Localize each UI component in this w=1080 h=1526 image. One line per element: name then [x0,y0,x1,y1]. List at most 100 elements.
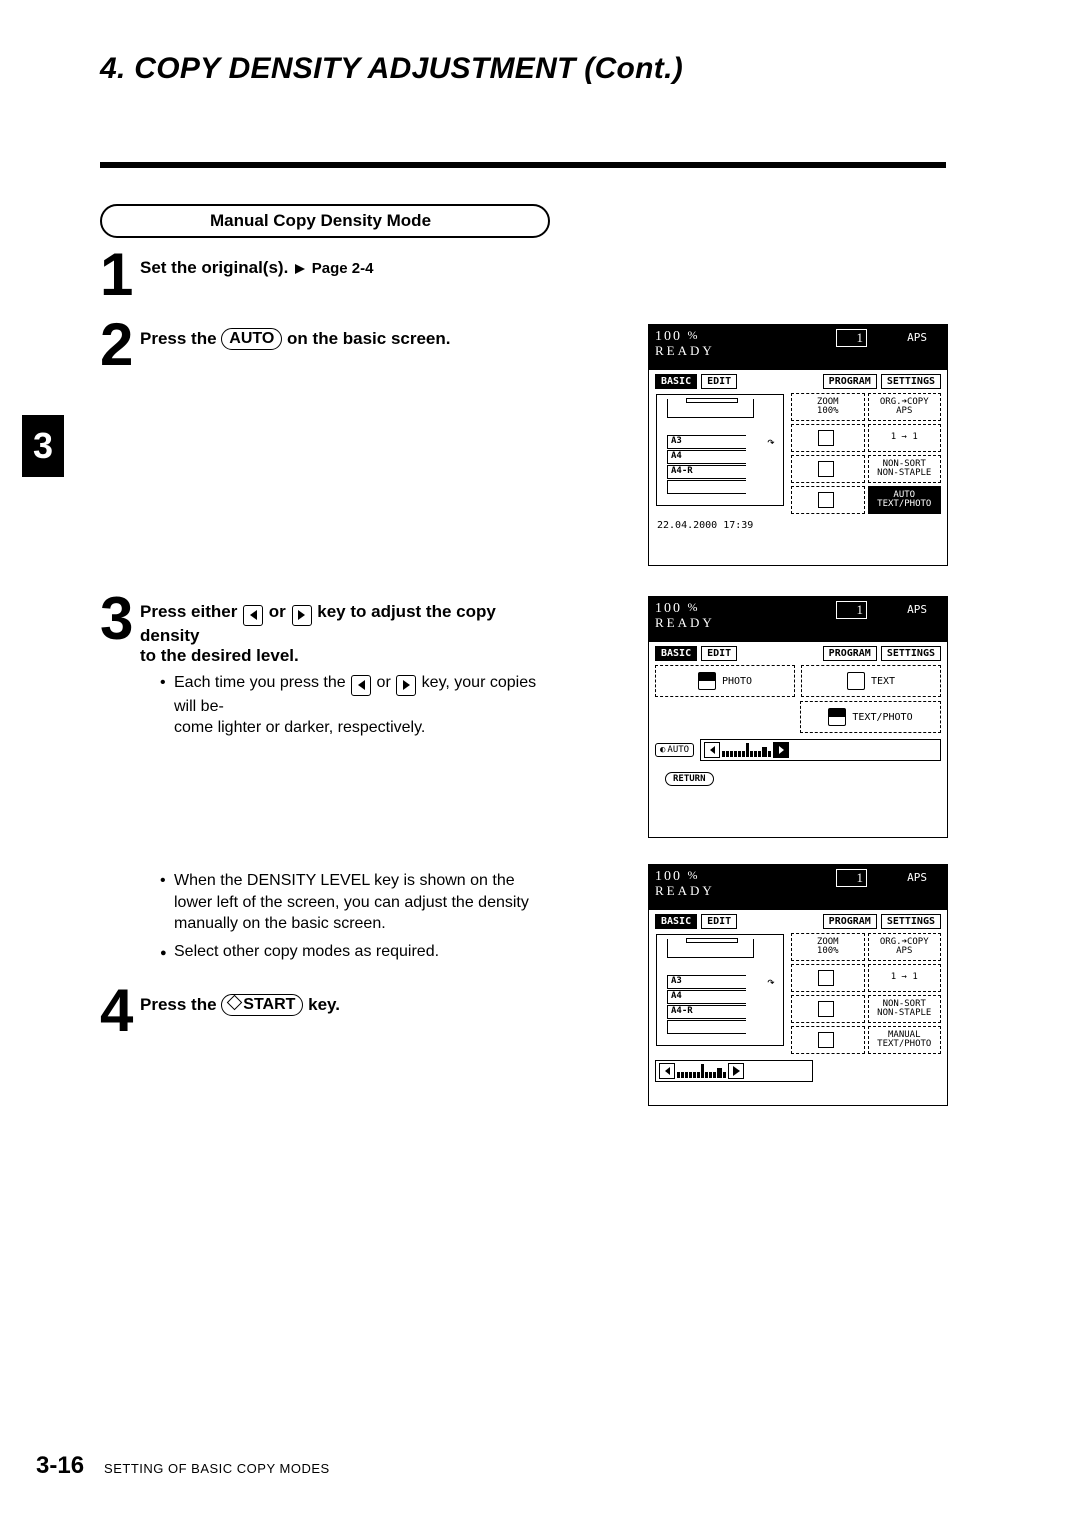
lcd3-finish-btn[interactable] [791,995,865,1023]
lcd3-density-darker-btn[interactable] [728,1063,744,1079]
footer-section: SETTING OF BASIC COPY MODES [104,1461,330,1476]
step-3-body: Press either or key to adjust the copy d… [140,602,560,666]
lcd3-density-bar [655,1060,813,1082]
density-dial-icon [818,492,834,508]
lcd3-density-lighter-btn[interactable] [659,1063,675,1079]
textphoto-icon [828,708,846,726]
step-2-pre: Press the [140,329,221,348]
density-right-key-icon-2 [396,675,416,696]
lcd2-tab-basic[interactable]: BASIC [655,646,697,661]
lcd3-sort-btn[interactable]: NON-SORT NON-STAPLE [868,995,942,1023]
step-3: 3 Press either or key to adjust the copy… [100,602,560,666]
lcd1-dens-icon-btn[interactable] [791,486,865,514]
lcd1-tray-a4r[interactable]: A4-R [667,465,746,479]
lcd3-tab-settings[interactable]: SETTINGS [881,914,941,929]
lcd3-zoom-btn[interactable]: ZOOM 100% [791,933,865,961]
density-darker-btn[interactable] [773,742,789,758]
lcd-screen-3: 100 % READY 1 APS BASIC EDIT PROGRAM SET… [648,864,948,1106]
lcd3-right-col: ZOOM 100% ORG.➜COPY APS 1 → 1 NON-SORT N… [791,933,941,1054]
finish-icon-3 [818,1001,834,1017]
step-2: 2 Press the AUTO on the basic screen. [100,328,451,350]
lcd1-density-btn[interactable]: AUTO TEXT/PHOTO [868,486,942,514]
step-3-bullets: • Each time you press the or key, your c… [100,672,540,745]
lcd2-auto-chip[interactable]: ◐ AUTO [655,743,694,757]
density-left-key-icon [243,605,263,626]
lcd2-text-btn[interactable]: TEXT [801,665,941,697]
s4-post: key. [308,995,340,1014]
step-3-line2: to the desired level. [140,646,560,666]
lcd1-tab-program[interactable]: PROGRAM [823,374,877,389]
lcd2-return-btn[interactable]: RETURN [665,772,714,786]
lcd3-dup-mode[interactable]: 1 → 1 [868,964,942,992]
lcd3-tab-edit[interactable]: EDIT [701,914,737,929]
lcd3-ready: READY [655,883,941,899]
lcd2-tab-settings[interactable]: SETTINGS [881,646,941,661]
lcd1-sort-btn[interactable]: NON-SORT NON-STAPLE [868,455,942,483]
lcd1-aps: APS [907,331,927,344]
density-ticks [722,743,771,757]
lcd1-ready: READY [655,343,941,359]
lcd1-main: A3 A4 A4-R ↷ ZOOM 100% ORG.➜COPY APS 1 →… [649,391,947,520]
lcd1-dup-mode[interactable]: 1 → 1 [868,424,942,452]
lcd2-mode-row2: TEXT/PHOTO [649,699,947,735]
step-2-body: Press the AUTO on the basic screen. [140,328,451,350]
page-title: 4. COPY DENSITY ADJUSTMENT (Cont.) [100,52,683,86]
step-2-num: 2 [100,318,133,372]
step-1-num: 1 [100,248,133,302]
lcd3-qty: 1 [836,869,867,887]
step-1-page-ref: Page 2-4 [312,260,374,277]
step-4-body: Press the START key. [140,994,340,1016]
lcd1-duplex-btn[interactable] [791,424,865,452]
step-3-bullet-2: • When the DENSITY LEVEL key is shown on… [160,870,540,962]
lcd1-tab-settings[interactable]: SETTINGS [881,374,941,389]
footer: 3-16 SETTING OF BASIC COPY MODES [36,1452,330,1480]
lcd1-tray-a4[interactable]: A4 [667,450,746,464]
lcd1-tray-diagram: A3 A4 A4-R ↷ [656,394,784,506]
step-3-bullet-1: • Each time you press the or key, your c… [160,672,540,739]
lcd1-qty: 1 [836,329,867,347]
lcd3-org-btn[interactable]: ORG.➜COPY APS [868,933,942,961]
lcd1-org-btn[interactable]: ORG.➜COPY APS [868,393,942,421]
step-1-text: Set the original(s). [140,258,288,277]
lcd1-tray-a3[interactable]: A3 [667,435,746,449]
lcd3-zoom: 100 [655,869,682,884]
lcd1-tab-edit[interactable]: EDIT [701,374,737,389]
lcd2-photo-btn[interactable]: PHOTO [655,665,795,697]
step-4-num: 4 [100,984,133,1038]
lcd-screen-1: 100 % READY 1 APS BASIC EDIT PROGRAM SET… [648,324,948,566]
lcd2-qty: 1 [836,601,867,619]
lcd3-dens-icon-btn[interactable] [791,1026,865,1054]
lcd3-tray-a4[interactable]: A4 [667,990,746,1004]
text-icon [847,672,865,690]
lcd3-duplex-btn[interactable] [791,964,865,992]
lcd2-tab-program[interactable]: PROGRAM [823,646,877,661]
lcd3-tab-program[interactable]: PROGRAM [823,914,877,929]
lcd2-mode-row1: PHOTO TEXT [649,663,947,699]
lcd1-right-col: ZOOM 100% ORG.➜COPY APS 1 → 1 NON-SORT N… [791,393,941,514]
lcd3-tray-area: A3 A4 A4-R ↷ [655,933,785,1054]
step-1: 1 Set the original(s). Page 2-4 [100,258,373,278]
lcd3-density-btn[interactable]: MANUAL TEXT/PHOTO [868,1026,942,1054]
lcd1-tab-basic[interactable]: BASIC [655,374,697,389]
auto-dial-icon: ◐ [660,745,665,755]
step-3-bullets-2: • When the DENSITY LEVEL key is shown on… [100,870,540,968]
lcd2-zoom: 100 [655,601,682,616]
photo-icon [698,672,716,690]
lcd1-finish-btn[interactable] [791,455,865,483]
page: 4. COPY DENSITY ADJUSTMENT (Cont.) Manua… [0,0,1080,1526]
lcd2-tab-edit[interactable]: EDIT [701,646,737,661]
s4-key: START [243,996,295,1013]
lcd2-return-row: RETURN [649,765,947,794]
lcd2-textphoto-btn[interactable]: TEXT/PHOTO [800,701,941,733]
density-lighter-btn[interactable] [704,742,720,758]
lcd3-tray-diagram: A3 A4 A4-R ↷ [656,934,784,1046]
lcd3-tab-basic[interactable]: BASIC [655,914,697,929]
density-right-key-icon [292,605,312,626]
lcd1-zoom-btn[interactable]: ZOOM 100% [791,393,865,421]
b1a: Each time you press the [174,674,350,691]
lcd3-tabs: BASIC EDIT PROGRAM SETTINGS [649,910,947,931]
lcd3-tray-a3[interactable]: A3 [667,975,746,989]
section-pill: Manual Copy Density Mode [100,204,550,238]
b1b: or [377,674,396,691]
lcd3-tray-a4r[interactable]: A4-R [667,1005,746,1019]
